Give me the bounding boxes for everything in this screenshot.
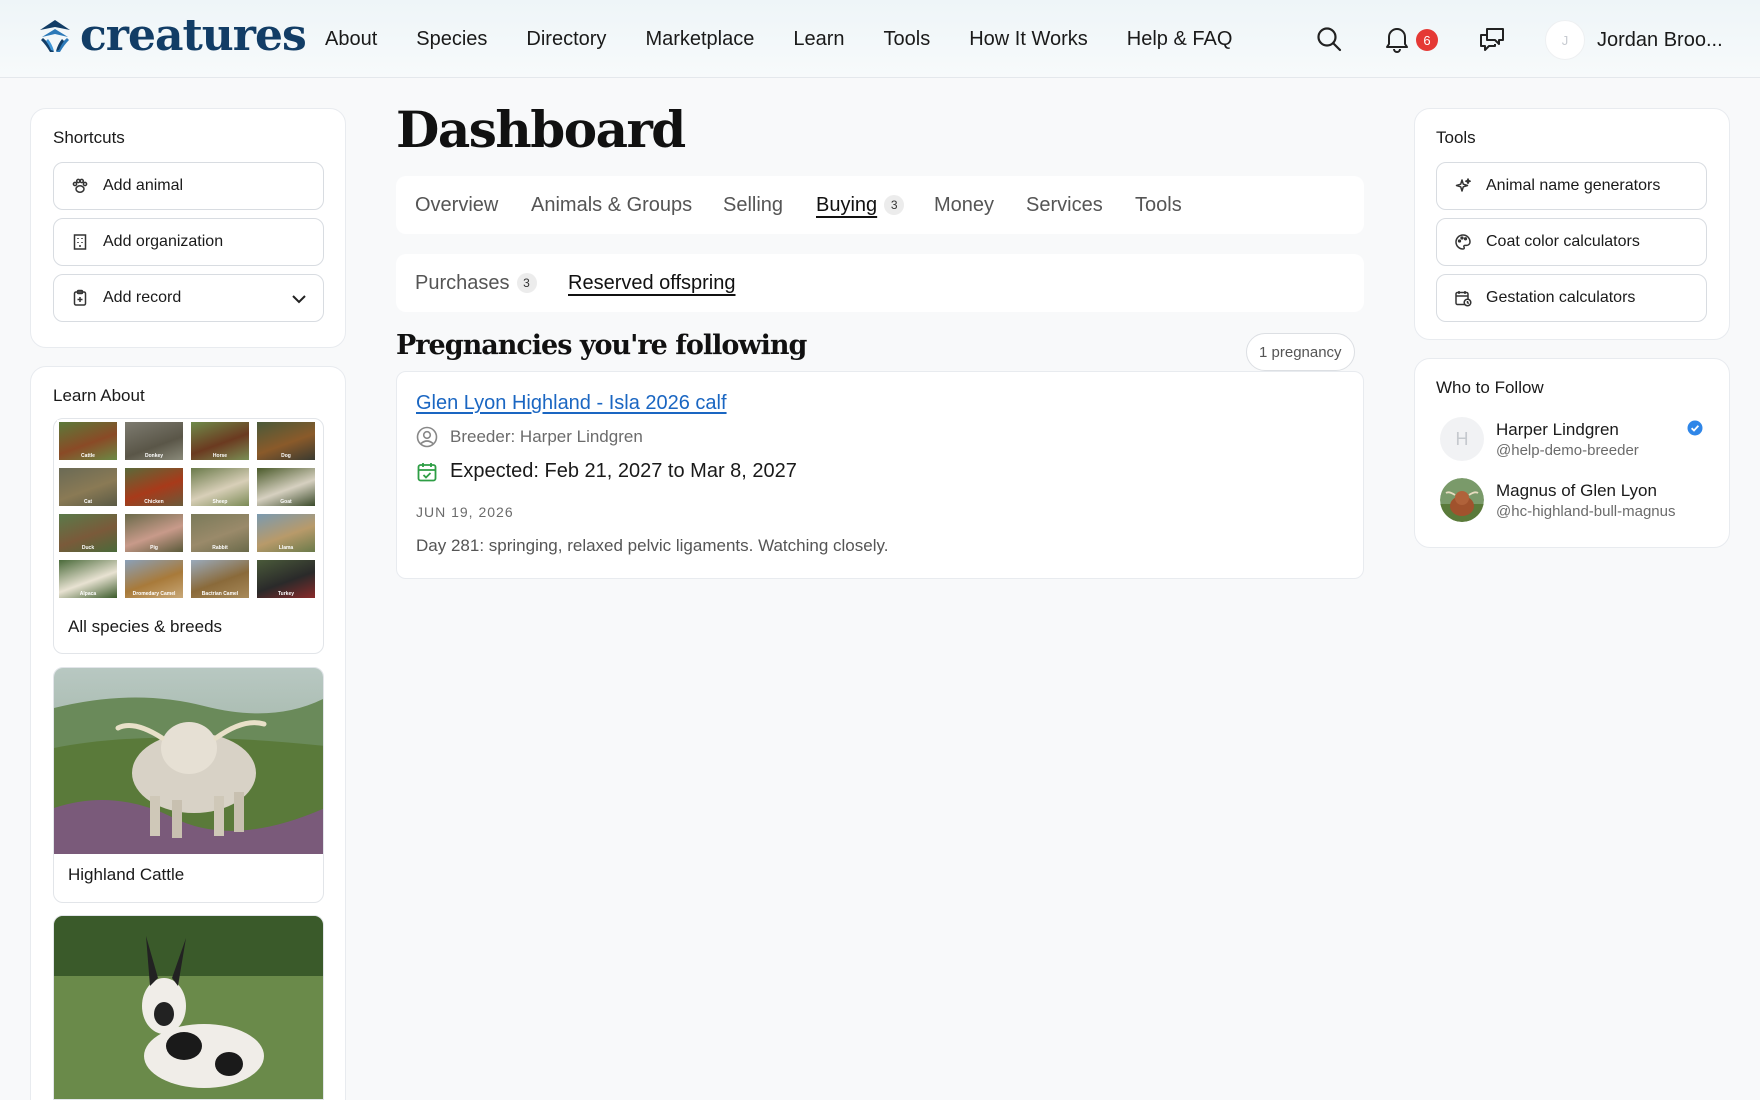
species-thumb: Sheep — [189, 466, 251, 508]
follow-name: Magnus of Glen Lyon — [1496, 480, 1657, 500]
building-icon — [73, 234, 87, 250]
nav-learn[interactable]: Learn — [793, 28, 844, 51]
species-thumb: Llama — [255, 512, 317, 554]
pregnancy-link[interactable]: Glen Lyon Highland - Isla 2026 calf — [416, 392, 727, 415]
species-thumb: Donkey — [123, 420, 185, 462]
highland-cattle-image — [54, 668, 323, 854]
species-thumb: Dog — [255, 420, 317, 462]
follow-item[interactable]: Magnus of Glen Lyon @hc-highland-bull-ma… — [1440, 478, 1676, 522]
expected-row: Expected: Feb 21, 2027 to Mar 8, 2027 — [416, 460, 797, 483]
nav-species[interactable]: Species — [416, 28, 487, 51]
paw-icon — [72, 178, 88, 193]
brand-logo[interactable]: creatures — [38, 10, 307, 61]
notification-count-badge: 6 — [1416, 29, 1438, 51]
species-thumb: Alpaca — [57, 558, 119, 600]
tools-title: Tools — [1436, 128, 1476, 147]
purchases-count-badge: 3 — [516, 273, 537, 293]
breeder-text: Breeder: Harper Lindgren — [450, 427, 643, 446]
clipboard-icon — [73, 289, 87, 306]
add-record-button[interactable]: Add record — [53, 274, 324, 322]
highland-cattle-label: Highland Cattle — [68, 865, 185, 884]
nav-help-faq[interactable]: Help & FAQ — [1127, 28, 1233, 51]
brand-name: creatures — [80, 10, 307, 61]
add-record-label: Add record — [103, 289, 182, 306]
search-icon[interactable] — [1314, 24, 1344, 54]
tab-animals-groups[interactable]: Animals & Groups — [531, 176, 692, 234]
species-thumb: Cattle — [57, 420, 119, 462]
verified-check-icon — [1687, 420, 1703, 436]
bell-icon[interactable] — [1382, 24, 1412, 54]
user-menu[interactable]: J Jordan Broo... — [1545, 20, 1723, 60]
shortcuts-title: Shortcuts — [53, 128, 125, 147]
subtab-purchases[interactable]: Purchases 3 — [415, 254, 537, 312]
who-to-follow-title: Who to Follow — [1436, 378, 1544, 397]
tab-overview[interactable]: Overview — [415, 176, 498, 234]
calendar-clock-icon — [1455, 291, 1472, 307]
subtab-reserved-offspring[interactable]: Reserved offspring — [568, 254, 736, 312]
calendar-check-icon — [417, 462, 437, 481]
all-species-label: All species & breeds — [68, 617, 223, 636]
main-nav: About Species Directory Marketplace Lear… — [325, 0, 1271, 78]
tab-money[interactable]: Money — [934, 176, 994, 234]
sub-tabs: Purchases 3 Reserved offspring — [396, 254, 1364, 312]
nav-about[interactable]: About — [325, 28, 377, 51]
pregnancy-count-badge: 1 pregnancy — [1246, 333, 1355, 371]
tab-selling[interactable]: Selling — [723, 176, 783, 234]
avatar — [1440, 478, 1484, 522]
sparkle-icon — [1455, 178, 1471, 192]
species-thumb: Bactrian Camel — [189, 558, 251, 600]
species-thumb: Chicken — [123, 466, 185, 508]
nav-directory[interactable]: Directory — [526, 28, 606, 51]
avatar: H — [1440, 417, 1484, 461]
breeder-row: Breeder: Harper Lindgren — [416, 426, 643, 448]
logo-mark-icon — [40, 20, 70, 52]
follow-handle: @help-demo-breeder — [1496, 441, 1639, 459]
update-date: JUN 19, 2026 — [416, 504, 514, 520]
species-thumb: Duck — [57, 512, 119, 554]
tab-tools[interactable]: Tools — [1135, 176, 1182, 234]
expected-date-range: Expected: Feb 21, 2027 to Mar 8, 2027 — [450, 460, 797, 482]
species-thumb: Horse — [189, 420, 251, 462]
add-animal-button[interactable]: Add animal — [53, 162, 324, 210]
section-title: Pregnancies you're following — [396, 330, 807, 361]
user-name: Jordan Broo... — [1597, 28, 1723, 51]
species-thumb: Turkey — [255, 558, 317, 600]
follow-name: Harper Lindgren — [1496, 419, 1619, 439]
messages-icon[interactable] — [1477, 24, 1507, 54]
coat-color-calculators-button[interactable]: Coat color calculators — [1436, 218, 1707, 266]
coat-color-calculators-label: Coat color calculators — [1486, 233, 1640, 250]
avatar: J — [1545, 20, 1585, 60]
tab-buying[interactable]: Buying 3 — [816, 176, 905, 234]
follow-item[interactable]: H Harper Lindgren @help-demo-breeder — [1440, 417, 1639, 461]
main-tabs: Overview Animals & Groups Selling Buying… — [396, 176, 1364, 234]
species-tile[interactable] — [53, 915, 324, 1100]
gestation-calculators-label: Gestation calculators — [1486, 289, 1636, 306]
nav-how-it-works[interactable]: How It Works — [969, 28, 1088, 51]
species-thumb: Cat — [57, 466, 119, 508]
species-collage: Cattle Donkey Horse Dog Cat Chicken Shee… — [57, 420, 319, 604]
palette-icon — [1455, 234, 1471, 250]
donkey-image — [54, 916, 323, 1099]
animal-name-generators-button[interactable]: Animal name generators — [1436, 162, 1707, 210]
user-circle-icon — [416, 426, 438, 448]
add-organization-label: Add organization — [103, 233, 224, 250]
species-thumb: Rabbit — [189, 512, 251, 554]
nav-tools[interactable]: Tools — [884, 28, 931, 51]
follow-handle: @hc-highland-bull-magnus — [1496, 502, 1676, 520]
page-title: Dashboard — [396, 100, 686, 159]
top-navigation-bar: creatures About Species Directory Market… — [0, 0, 1760, 78]
nav-marketplace[interactable]: Marketplace — [645, 28, 754, 51]
buying-count-badge: 3 — [884, 195, 905, 215]
add-organization-button[interactable]: Add organization — [53, 218, 324, 266]
update-note: Day 281: springing, relaxed pelvic ligam… — [416, 536, 889, 555]
tab-services[interactable]: Services — [1026, 176, 1103, 234]
species-thumb: Dromedary Camel — [123, 558, 185, 600]
species-thumb: Pig — [123, 512, 185, 554]
chevron-down-icon[interactable] — [290, 291, 308, 307]
animal-name-generators-label: Animal name generators — [1486, 177, 1661, 194]
add-animal-label: Add animal — [103, 177, 184, 194]
learn-about-title: Learn About — [53, 386, 145, 405]
species-thumb: Goat — [255, 466, 317, 508]
gestation-calculators-button[interactable]: Gestation calculators — [1436, 274, 1707, 322]
